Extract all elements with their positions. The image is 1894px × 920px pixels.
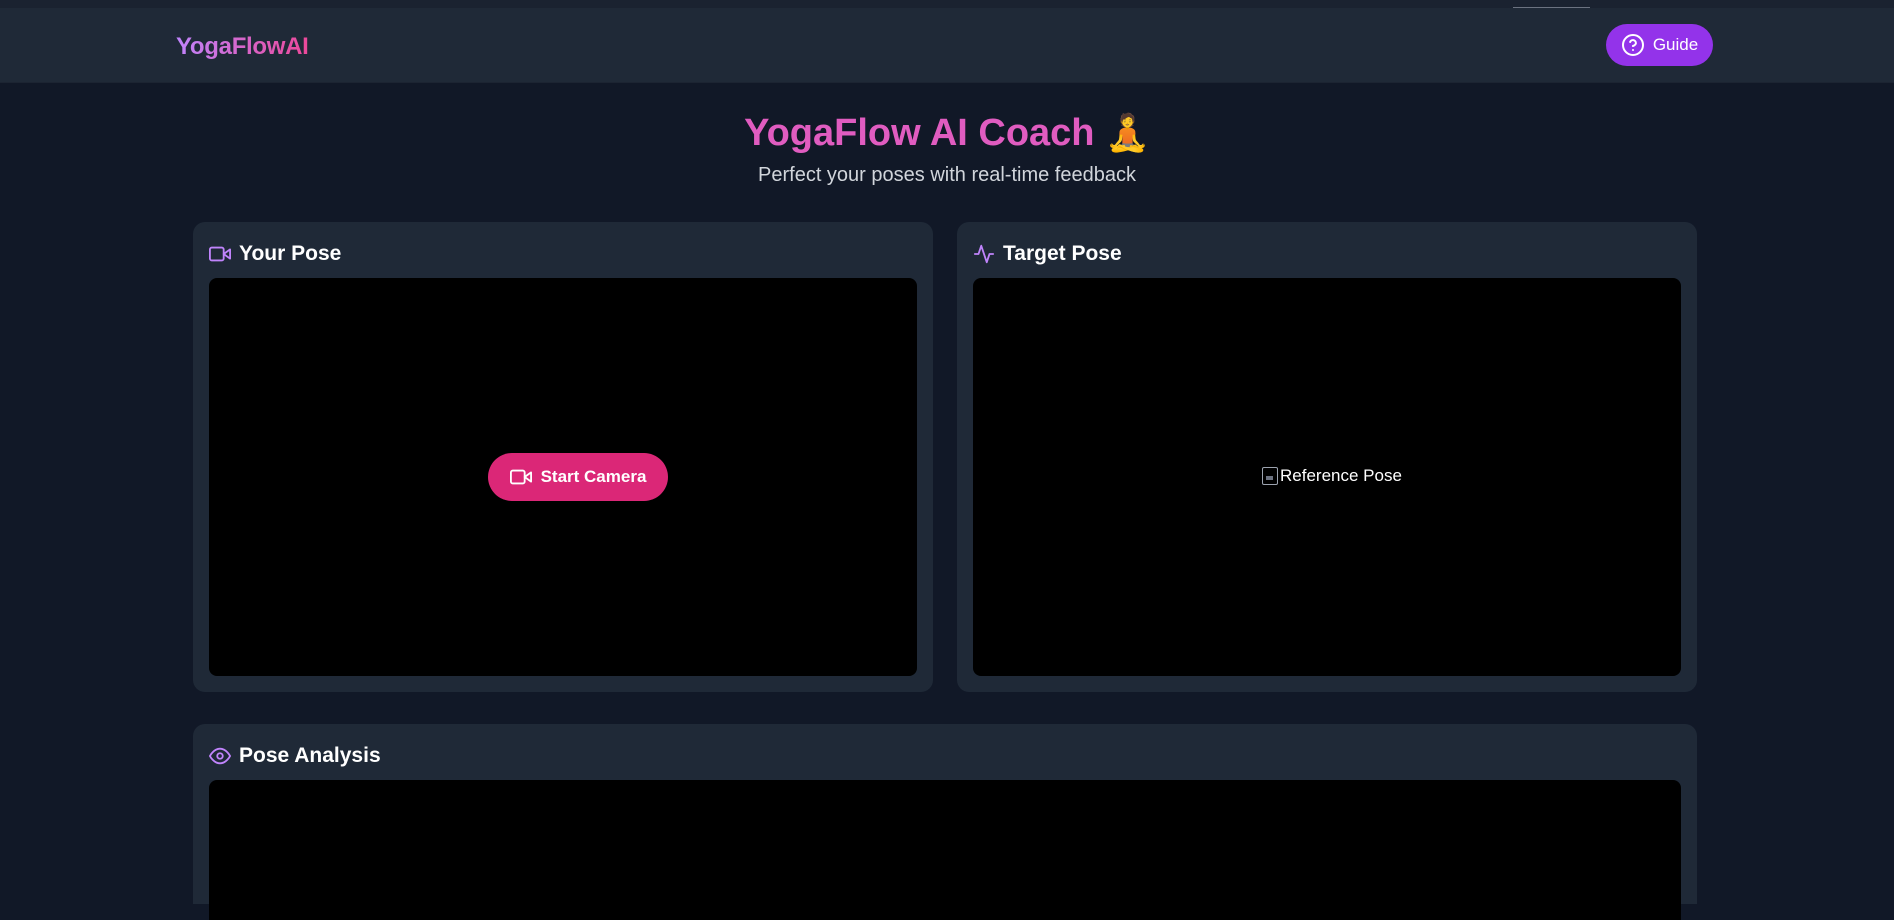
camera-feed: Start Camera	[209, 278, 917, 676]
guide-button-label: Guide	[1652, 35, 1699, 54]
your-pose-title: Your Pose	[239, 242, 342, 265]
pose-analysis-card: Pose Analysis	[193, 724, 1697, 920]
target-pose-header: Target Pose	[973, 242, 1122, 266]
your-pose-card: Your Pose Start Camera	[193, 222, 933, 692]
eye-icon	[209, 745, 231, 767]
video-camera-icon	[209, 243, 231, 265]
target-pose-card: Target Pose Reference Pose	[957, 222, 1697, 692]
start-camera-label: Start Camera	[540, 467, 647, 486]
video-camera-icon	[509, 466, 532, 488]
guide-button[interactable]: Guide	[1606, 24, 1713, 66]
pose-analysis-title: Pose Analysis	[239, 744, 381, 767]
pose-analysis-canvas	[209, 780, 1681, 920]
page-title-text: YogaFlow AI Coach	[744, 112, 1095, 154]
your-pose-header: Your Pose	[209, 242, 341, 266]
brand-logo[interactable]: YogaFlowAI	[176, 33, 309, 61]
pose-analysis-header: Pose Analysis	[209, 744, 381, 768]
page-subtitle: Perfect your poses with real-time feedba…	[758, 164, 1136, 186]
top-strip	[0, 0, 1894, 8]
help-circle-icon	[1621, 33, 1645, 57]
start-camera-button[interactable]: Start Camera	[488, 453, 668, 501]
target-pose-title: Target Pose	[1003, 242, 1122, 265]
reference-pose-alt-text: Reference Pose	[1280, 466, 1402, 485]
broken-image-icon	[1262, 467, 1278, 485]
reference-pose-frame: Reference Pose	[973, 278, 1681, 676]
reference-pose-image: Reference Pose	[1262, 466, 1402, 486]
activity-icon	[973, 243, 995, 265]
meditation-emoji-icon: 🧘	[1105, 112, 1150, 153]
page-title: YogaFlow AI Coach 🧘	[0, 112, 1894, 155]
navbar: YogaFlowAI Guide	[0, 8, 1894, 83]
